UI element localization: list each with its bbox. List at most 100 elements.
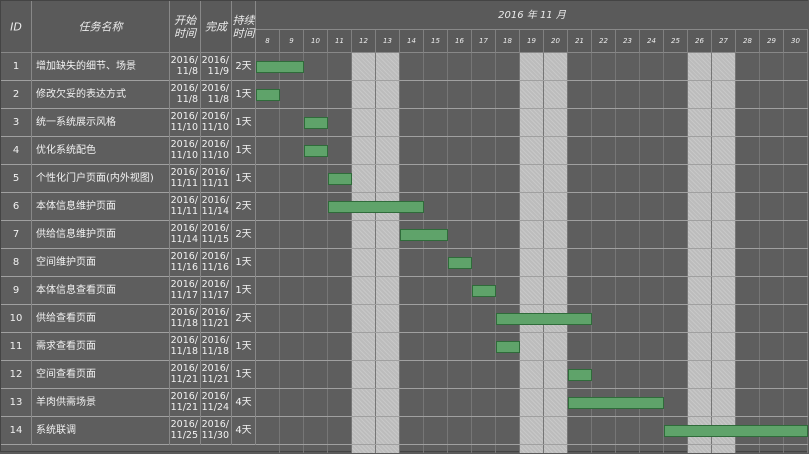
task-row[interactable]: 11 需求查看页面 2016/ 11/18 2016/ 11/18 1天 xyxy=(1,333,808,361)
task-duration-cell[interactable]: 1天 xyxy=(232,277,256,305)
header-start[interactable]: 开始 时间 xyxy=(170,1,201,53)
task-bar[interactable] xyxy=(568,397,664,409)
task-start-cell[interactable]: 2016/ 11/8 xyxy=(170,53,201,81)
header-end[interactable]: 完成 xyxy=(201,1,232,53)
task-start-cell[interactable]: 2016/ 11/10 xyxy=(170,137,201,165)
task-name-cell[interactable]: 优化系统配色 xyxy=(32,137,170,165)
task-end-cell[interactable]: 2016/ 11/21 xyxy=(201,305,232,333)
task-duration-cell[interactable]: 1天 xyxy=(232,81,256,109)
task-row[interactable]: 7 供给信息维护页面 2016/ 11/14 2016/ 11/15 2天 xyxy=(1,221,808,249)
task-duration-cell[interactable]: 1天 xyxy=(232,137,256,165)
task-end-cell[interactable]: 2016/ 11/16 xyxy=(201,249,232,277)
task-row[interactable]: 10 供给查看页面 2016/ 11/18 2016/ 11/21 2天 xyxy=(1,305,808,333)
task-id-cell[interactable]: 14 xyxy=(1,417,32,445)
task-bar[interactable] xyxy=(664,425,808,437)
task-bar[interactable] xyxy=(256,89,280,101)
task-start-cell[interactable]: 2016/ 11/14 xyxy=(170,221,201,249)
task-name-cell[interactable]: 羊肉供需场景 xyxy=(32,389,170,417)
task-end-cell[interactable]: 2016/ 11/9 xyxy=(201,53,232,81)
task-bar[interactable] xyxy=(472,285,496,297)
task-name-cell[interactable]: 系统联调 xyxy=(32,417,170,445)
task-name-cell[interactable]: 个性化门户页面(内外视图) xyxy=(32,165,170,193)
task-id-cell[interactable]: 3 xyxy=(1,109,32,137)
task-end-cell[interactable]: 2016/ 11/14 xyxy=(201,193,232,221)
task-name-cell[interactable]: 增加缺失的细节、场景 xyxy=(32,53,170,81)
task-bar[interactable] xyxy=(328,201,424,213)
task-start-cell[interactable]: 2016/ 11/21 xyxy=(170,389,201,417)
task-end-cell[interactable]: 2016/ 11/17 xyxy=(201,277,232,305)
task-id-cell[interactable]: 1 xyxy=(1,53,32,81)
task-row[interactable]: 3 统一系统展示风格 2016/ 11/10 2016/ 11/10 1天 xyxy=(1,109,808,137)
task-end-cell[interactable]: 2016/ 11/15 xyxy=(201,221,232,249)
task-bar[interactable] xyxy=(328,173,352,185)
task-bar[interactable] xyxy=(304,145,328,157)
task-id-cell[interactable]: 6 xyxy=(1,193,32,221)
task-duration-cell[interactable]: 1天 xyxy=(232,249,256,277)
task-end-cell[interactable]: 2016/ 11/10 xyxy=(201,137,232,165)
task-start-cell[interactable]: 2016/ 11/11 xyxy=(170,165,201,193)
task-bar[interactable] xyxy=(448,257,472,269)
task-row[interactable]: 1 增加缺失的细节、场景 2016/ 11/8 2016/ 11/9 2天 xyxy=(1,53,808,81)
task-row[interactable]: 2 修改欠妥的表达方式 2016/ 11/8 2016/ 11/8 1天 xyxy=(1,81,808,109)
task-start-cell[interactable]: 2016/ 11/25 xyxy=(170,417,201,445)
task-duration-cell[interactable]: 2天 xyxy=(232,305,256,333)
header-duration[interactable]: 持续 时间 xyxy=(232,1,256,53)
task-end-cell[interactable]: 2016/ 11/24 xyxy=(201,389,232,417)
task-row[interactable]: 12 空间查看页面 2016/ 11/21 2016/ 11/21 1天 xyxy=(1,361,808,389)
task-duration-cell[interactable]: 2天 xyxy=(232,221,256,249)
task-bar[interactable] xyxy=(496,313,592,325)
task-end-cell[interactable]: 2016/ 11/30 xyxy=(201,417,232,445)
task-start-cell[interactable]: 2016/ 11/10 xyxy=(170,109,201,137)
task-duration-cell[interactable]: 1天 xyxy=(232,361,256,389)
task-start-cell[interactable]: 2016/ 11/8 xyxy=(170,81,201,109)
task-id-cell[interactable]: 9 xyxy=(1,277,32,305)
task-id-cell[interactable]: 12 xyxy=(1,361,32,389)
task-bar[interactable] xyxy=(256,61,304,73)
task-start-cell[interactable]: 2016/ 11/18 xyxy=(170,305,201,333)
task-row[interactable]: 5 个性化门户页面(内外视图) 2016/ 11/11 2016/ 11/11 1天 xyxy=(1,165,808,193)
header-task-name[interactable]: 任务名称 xyxy=(32,1,170,53)
task-end-cell[interactable]: 2016/ 11/11 xyxy=(201,165,232,193)
task-start-cell[interactable]: 2016/ 11/11 xyxy=(170,193,201,221)
task-id-cell[interactable]: 13 xyxy=(1,389,32,417)
task-id-cell[interactable]: 7 xyxy=(1,221,32,249)
task-duration-cell[interactable]: 2天 xyxy=(232,193,256,221)
task-name-cell[interactable]: 空间查看页面 xyxy=(32,361,170,389)
task-name-cell[interactable]: 修改欠妥的表达方式 xyxy=(32,81,170,109)
task-start-cell[interactable]: 2016/ 11/17 xyxy=(170,277,201,305)
task-bar[interactable] xyxy=(568,369,592,381)
task-end-cell[interactable]: 2016/ 11/18 xyxy=(201,333,232,361)
task-id-cell[interactable]: 2 xyxy=(1,81,32,109)
task-row[interactable]: 4 优化系统配色 2016/ 11/10 2016/ 11/10 1天 xyxy=(1,137,808,165)
task-name-cell[interactable]: 需求查看页面 xyxy=(32,333,170,361)
task-start-cell[interactable]: 2016/ 11/16 xyxy=(170,249,201,277)
task-bar[interactable] xyxy=(304,117,328,129)
task-end-cell[interactable]: 2016/ 11/10 xyxy=(201,109,232,137)
task-duration-cell[interactable]: 1天 xyxy=(232,165,256,193)
task-id-cell[interactable]: 5 xyxy=(1,165,32,193)
task-name-cell[interactable]: 本体信息查看页面 xyxy=(32,277,170,305)
task-duration-cell[interactable]: 1天 xyxy=(232,109,256,137)
task-duration-cell[interactable]: 4天 xyxy=(232,389,256,417)
task-bar[interactable] xyxy=(400,229,448,241)
task-end-cell[interactable]: 2016/ 11/8 xyxy=(201,81,232,109)
task-row[interactable]: 8 空间维护页面 2016/ 11/16 2016/ 11/16 1天 xyxy=(1,249,808,277)
task-name-cell[interactable]: 供给查看页面 xyxy=(32,305,170,333)
task-duration-cell[interactable]: 4天 xyxy=(232,417,256,445)
task-id-cell[interactable]: 8 xyxy=(1,249,32,277)
task-row[interactable]: 6 本体信息维护页面 2016/ 11/11 2016/ 11/14 2天 xyxy=(1,193,808,221)
task-duration-cell[interactable]: 2天 xyxy=(232,53,256,81)
task-id-cell[interactable]: 11 xyxy=(1,333,32,361)
task-name-cell[interactable]: 空间维护页面 xyxy=(32,249,170,277)
task-name-cell[interactable]: 本体信息维护页面 xyxy=(32,193,170,221)
task-start-cell[interactable]: 2016/ 11/18 xyxy=(170,333,201,361)
task-duration-cell[interactable]: 1天 xyxy=(232,333,256,361)
task-bar[interactable] xyxy=(496,341,520,353)
header-id[interactable]: ID xyxy=(1,1,32,53)
task-name-cell[interactable]: 统一系统展示风格 xyxy=(32,109,170,137)
task-start-cell[interactable]: 2016/ 11/21 xyxy=(170,361,201,389)
task-end-cell[interactable]: 2016/ 11/21 xyxy=(201,361,232,389)
task-row[interactable]: 13 羊肉供需场景 2016/ 11/21 2016/ 11/24 4天 xyxy=(1,389,808,417)
task-row[interactable]: 14 系统联调 2016/ 11/25 2016/ 11/30 4天 xyxy=(1,417,808,445)
task-name-cell[interactable]: 供给信息维护页面 xyxy=(32,221,170,249)
